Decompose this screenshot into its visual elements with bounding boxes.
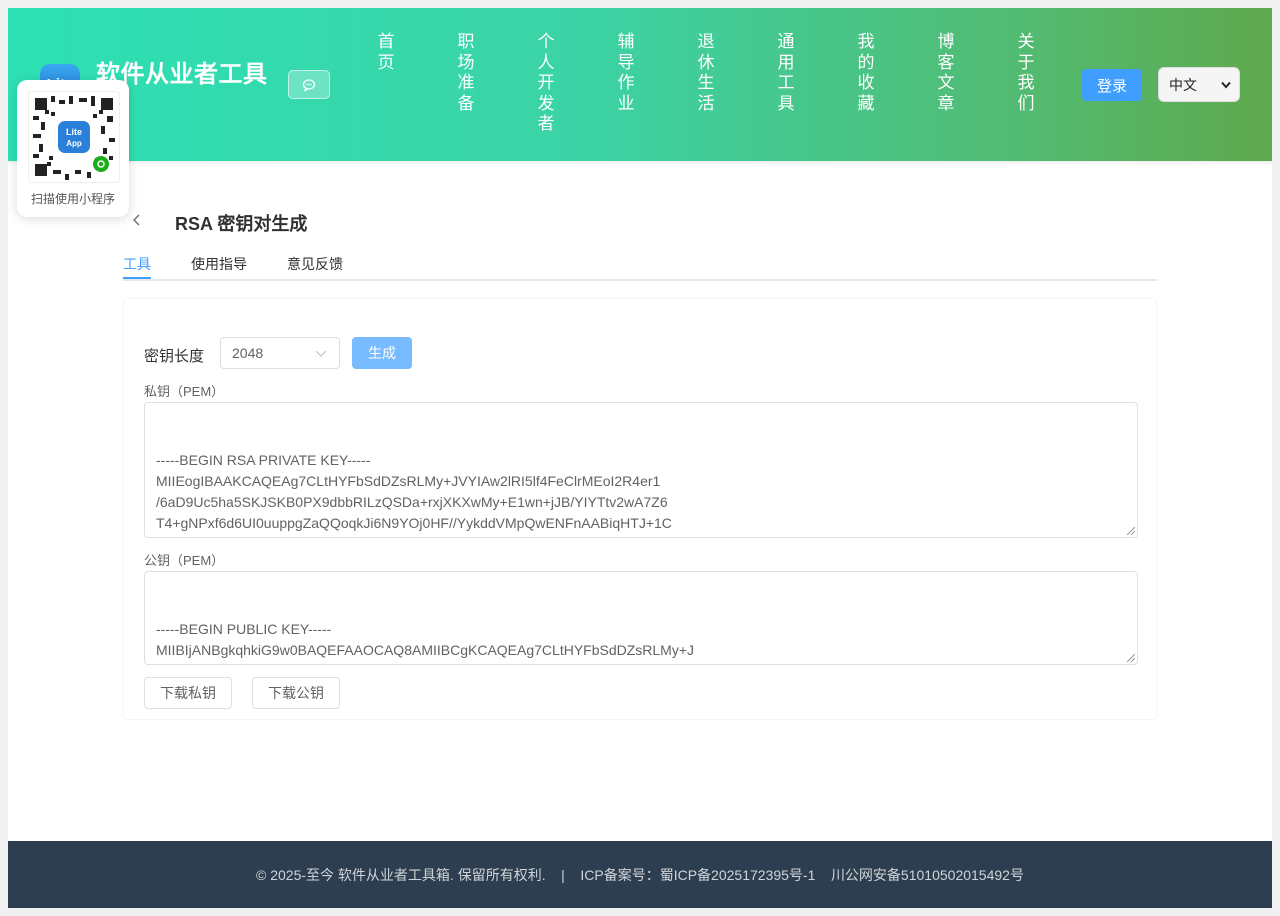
back-icon[interactable]	[132, 212, 142, 231]
nav-item-homework[interactable]: 辅导作业	[616, 32, 636, 114]
page: Lite 软件从业者工具 首页 职场准备 个人开发者 辅导作业 退休生活 通用工…	[8, 8, 1272, 908]
qr-caption: 扫描使用小程序	[30, 192, 115, 206]
tab-feedback[interactable]: 意见反馈	[287, 254, 343, 274]
resize-handle-icon[interactable]	[1127, 654, 1135, 662]
svg-text:App: App	[66, 139, 82, 148]
private-key-label: 私钥（PEM）	[144, 384, 225, 399]
nav-item-about[interactable]: 关于我们	[1016, 32, 1036, 114]
nav-item-retirement[interactable]: 退休生活	[696, 32, 716, 114]
miniprogram-qr-card[interactable]: Lite App 扫描使用小程序	[17, 80, 129, 217]
qr-code: Lite App	[28, 91, 120, 183]
download-public-button[interactable]: 下载公钥	[252, 677, 340, 709]
resize-handle-icon[interactable]	[1127, 527, 1135, 535]
nav-item-favorites[interactable]: 我的收藏	[856, 32, 876, 114]
key-length-label: 密钥长度	[144, 348, 205, 365]
public-key-label: 公钥（PEM）	[144, 553, 225, 568]
footer-separator-gap	[546, 867, 562, 883]
nav-item-home[interactable]: 首页	[376, 32, 396, 73]
tool-tabs: 工具 使用指导 意见反馈	[123, 252, 1157, 281]
key-length-select[interactable]: 2048	[220, 337, 340, 369]
private-key-text: -----BEGIN RSA PRIVATE KEY----- MIIEogIB…	[156, 452, 672, 537]
tool-card: 密钥长度 2048 生成 私钥（PEM） -----BEGIN RSA PRIV…	[123, 298, 1157, 720]
chevron-down-icon	[315, 350, 327, 357]
footer-gap	[815, 867, 831, 883]
download-private-button[interactable]: 下载私钥	[144, 677, 232, 709]
site-footer: © 2025-至今 软件从业者工具箱. 保留所有权利. | ICP备案号：蜀IC…	[8, 841, 1272, 908]
footer-police-link[interactable]: 川公网安备51010502015492号	[831, 865, 1024, 885]
tab-tool[interactable]: 工具	[123, 254, 151, 274]
nav-item-general-tools[interactable]: 通用工具	[776, 32, 796, 114]
login-button[interactable]: 登录	[1082, 69, 1142, 101]
chat-button[interactable]	[288, 70, 330, 99]
active-tab-indicator	[123, 277, 151, 279]
tab-guide[interactable]: 使用指导	[191, 254, 247, 274]
footer-copyright: © 2025-至今 软件从业者工具箱. 保留所有权利.	[256, 866, 546, 883]
language-select[interactable]: 中文	[1158, 67, 1240, 102]
footer-icp-link[interactable]: ICP备案号：蜀ICP备2025172395号-1	[580, 865, 815, 885]
chevron-down-icon	[1221, 81, 1231, 89]
top-header: Lite 软件从业者工具 首页 职场准备 个人开发者 辅导作业 退休生活 通用工…	[8, 8, 1272, 161]
page-title: RSA 密钥对生成	[175, 214, 308, 234]
nav-item-indie-dev[interactable]: 个人开发者	[536, 32, 556, 135]
private-key-textarea[interactable]: -----BEGIN RSA PRIVATE KEY----- MIIEogIB…	[144, 402, 1138, 538]
chat-bubble-icon	[302, 78, 316, 92]
svg-text:Lite: Lite	[66, 127, 82, 137]
language-value: 中文	[1169, 76, 1197, 93]
key-length-value: 2048	[232, 345, 264, 361]
qr-code-icon: Lite App	[33, 96, 115, 180]
nav-item-career[interactable]: 职场准备	[456, 32, 476, 114]
nav-item-blog[interactable]: 博客文章	[936, 32, 956, 114]
generate-button[interactable]: 生成	[352, 337, 412, 369]
public-key-text: -----BEGIN PUBLIC KEY----- MIIBIjANBgkqh…	[156, 621, 695, 664]
footer-separator-gap-2	[565, 867, 581, 883]
public-key-textarea[interactable]: -----BEGIN PUBLIC KEY----- MIIBIjANBgkqh…	[144, 571, 1138, 665]
